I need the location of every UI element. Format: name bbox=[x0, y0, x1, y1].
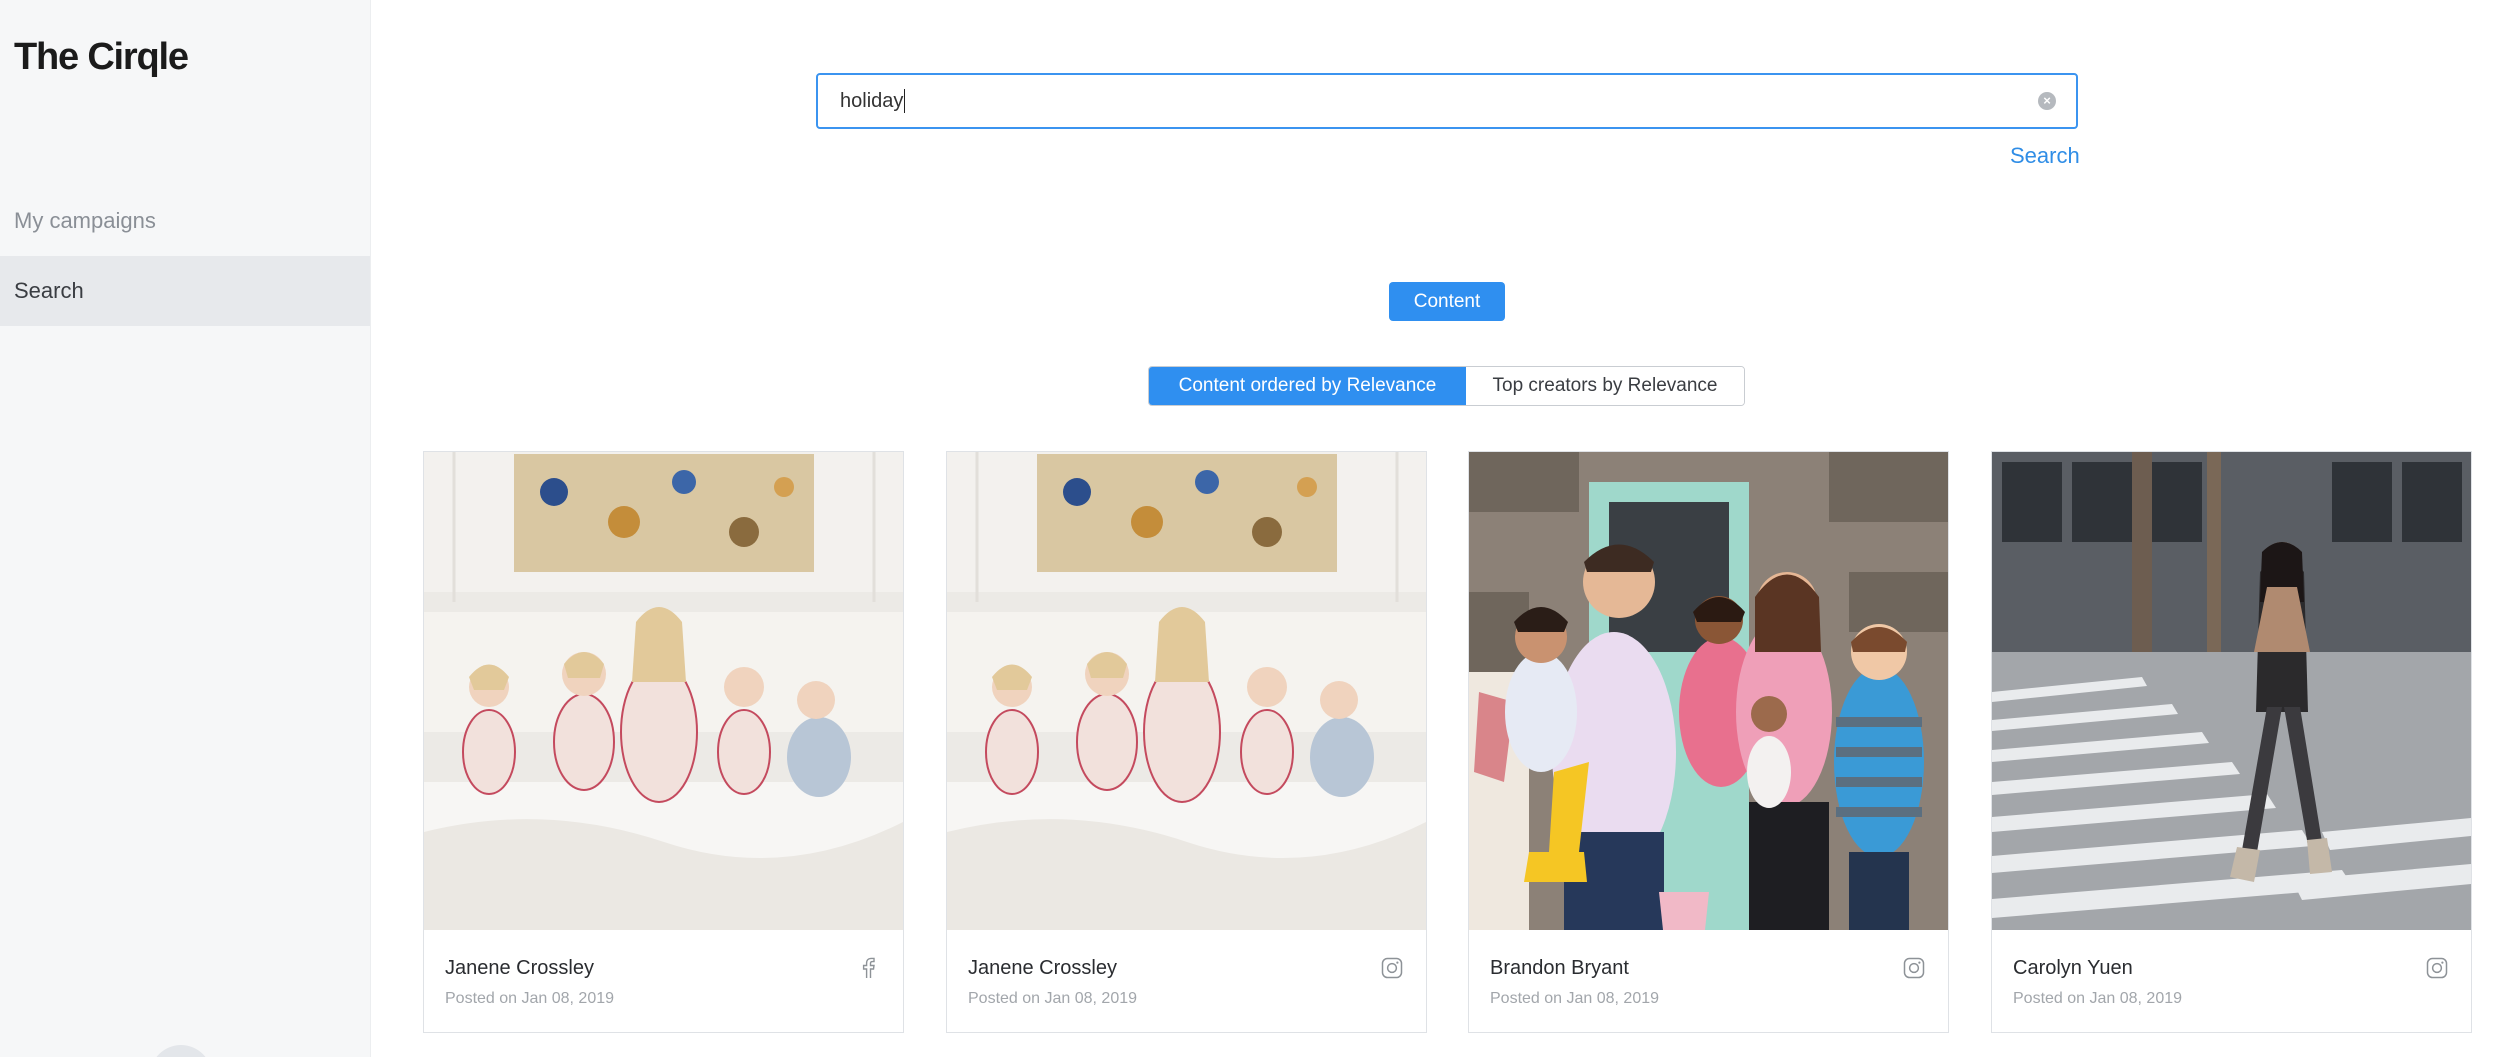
post-date: Posted on Jan 08, 2019 bbox=[1490, 990, 1660, 1007]
facebook-icon[interactable] bbox=[857, 956, 881, 980]
creator-name[interactable]: Janene Crossley bbox=[445, 957, 594, 980]
content-card[interactable]: Janene Crossley Posted on Jan 08, 2019 bbox=[946, 451, 1427, 1033]
sidebar-item-label: Search bbox=[14, 278, 84, 303]
content-card[interactable]: Janene Crossley Posted on Jan 08, 2019 bbox=[423, 451, 904, 1033]
content-filter-button[interactable]: Content bbox=[1389, 282, 1505, 321]
text-caret bbox=[904, 89, 906, 113]
instagram-icon[interactable] bbox=[1902, 956, 1926, 980]
post-date: Posted on Jan 08, 2019 bbox=[445, 990, 615, 1007]
post-image[interactable] bbox=[1992, 452, 2471, 930]
clear-icon[interactable]: × bbox=[2038, 92, 2056, 110]
creator-name[interactable]: Brandon Bryant bbox=[1490, 957, 1629, 980]
sidebar: The Cirqle My campaigns Search bbox=[0, 0, 371, 1057]
tab-content-by-relevance[interactable]: Content ordered by Relevance bbox=[1149, 367, 1466, 405]
search-button[interactable]: Search bbox=[2010, 143, 2080, 169]
search-input-value: holiday bbox=[840, 89, 904, 112]
sidebar-item-search[interactable]: Search bbox=[0, 256, 370, 326]
instagram-icon[interactable] bbox=[2425, 956, 2449, 980]
tab-top-creators-by-relevance[interactable]: Top creators by Relevance bbox=[1466, 367, 1744, 405]
creator-name[interactable]: Carolyn Yuen bbox=[2013, 957, 2133, 980]
content-card[interactable]: Brandon Bryant Posted on Jan 08, 2019 bbox=[1468, 451, 1949, 1033]
app-logo[interactable]: The Cirqle bbox=[14, 36, 189, 79]
avatar[interactable] bbox=[150, 1045, 212, 1057]
post-image[interactable] bbox=[424, 452, 903, 930]
instagram-icon[interactable] bbox=[1380, 956, 1404, 980]
post-image[interactable] bbox=[1469, 452, 1948, 930]
post-date: Posted on Jan 08, 2019 bbox=[2013, 990, 2183, 1007]
sidebar-item-my-campaigns[interactable]: My campaigns bbox=[0, 186, 370, 256]
sidebar-item-label: My campaigns bbox=[14, 208, 156, 233]
sort-tabs: Content ordered by Relevance Top creator… bbox=[1148, 366, 1745, 406]
content-card[interactable]: Carolyn Yuen Posted on Jan 08, 2019 bbox=[1991, 451, 2472, 1033]
post-date: Posted on Jan 08, 2019 bbox=[968, 990, 1138, 1007]
search-input[interactable]: holiday × bbox=[816, 73, 2078, 129]
creator-name[interactable]: Janene Crossley bbox=[968, 957, 1117, 980]
post-image[interactable] bbox=[947, 452, 1426, 930]
